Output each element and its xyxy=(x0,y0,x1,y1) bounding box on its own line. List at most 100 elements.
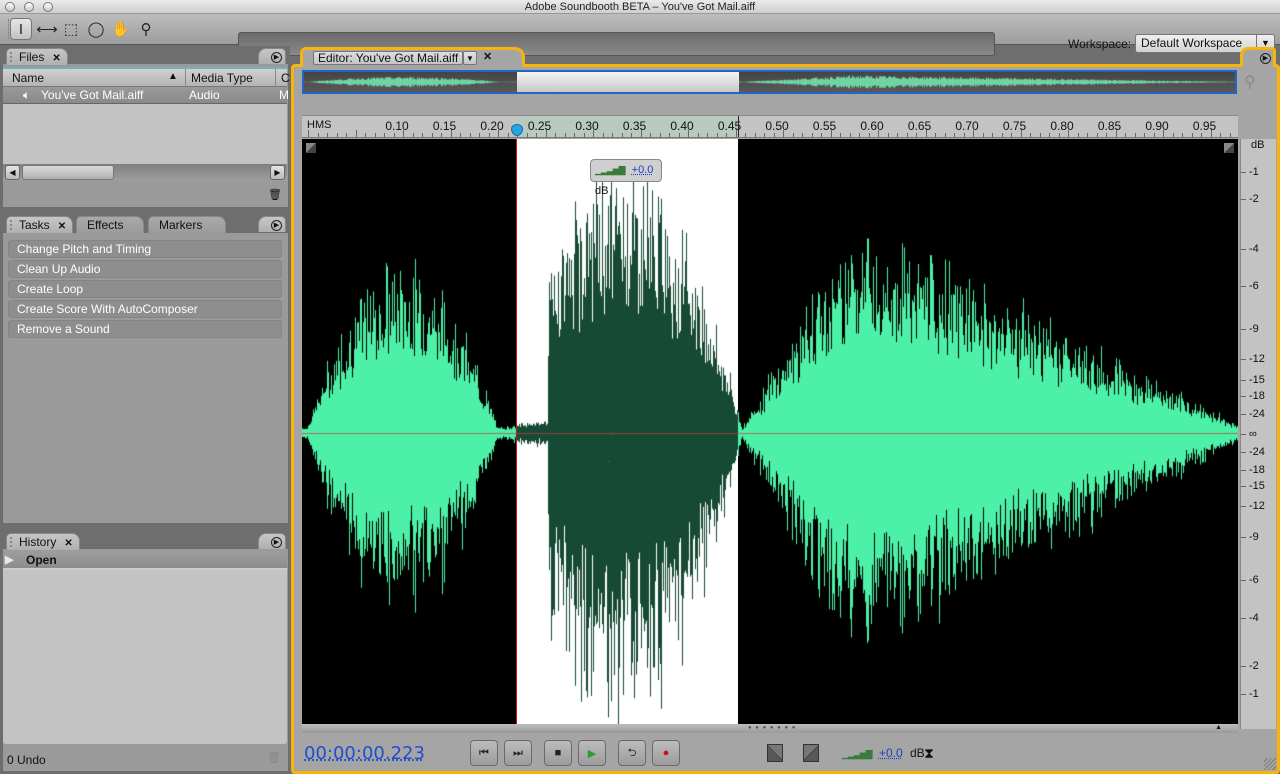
time-selection-tool-icon[interactable]: I xyxy=(10,18,32,40)
tab-editor[interactable]: Editor: You've Got Mail.aiff ▼ ✕ xyxy=(300,47,525,67)
close-icon[interactable]: ✕ xyxy=(64,538,72,549)
ruler-tick xyxy=(555,133,556,137)
go-to-previous-button[interactable]: ⏮︎ xyxy=(470,740,498,766)
db-scale-tick xyxy=(1241,506,1246,507)
db-scale-label: -4 xyxy=(1249,612,1259,624)
ruler-tick xyxy=(498,130,499,137)
normalize-button[interactable]: ⧗ xyxy=(918,742,940,764)
editor-horizontal-scrollbar[interactable]: ● ● ● ● ● ● ● ▲ xyxy=(302,724,1238,733)
db-scale-label: -9 xyxy=(1249,323,1259,335)
volume-hud[interactable]: ▁▂▃▅▇ +0.0 dB xyxy=(590,159,662,197)
current-time-display[interactable]: 00:00:00.223 xyxy=(304,743,425,764)
sort-ascending-icon[interactable]: ▲ xyxy=(168,71,178,82)
volume-control[interactable]: ▁▂▃▅▇ +0.0 dB xyxy=(842,746,925,760)
marquee-tool-icon[interactable]: ⬚ xyxy=(60,18,82,40)
close-window-button[interactable] xyxy=(5,2,15,12)
files-list-area xyxy=(3,104,287,164)
ruler-tick xyxy=(602,133,604,137)
tab-tasks[interactable]: Tasks ✕ xyxy=(6,216,74,233)
db-scale-label: -12 xyxy=(1249,500,1265,512)
tab-label: Effects xyxy=(87,218,124,232)
editor-panel-menu-button[interactable]: ▶ xyxy=(1240,47,1276,67)
ruler-tick xyxy=(536,133,537,137)
waveform-overview[interactable] xyxy=(302,70,1237,94)
table-row[interactable]: 🔈︎ You've Got Mail.aiff Audio M xyxy=(3,87,289,104)
ruler-tick xyxy=(773,133,775,137)
tab-markers[interactable]: Markers xyxy=(148,216,226,233)
history-item[interactable]: ▶ Open xyxy=(3,551,287,570)
chevron-up-icon[interactable]: ▲ xyxy=(1215,724,1222,731)
trash-icon[interactable]: 🗑︎ xyxy=(268,188,282,201)
ruler-tick xyxy=(707,133,708,137)
db-scale-label: -12 xyxy=(1249,353,1265,365)
tab-effects[interactable]: Effects xyxy=(76,216,144,233)
ruler-unit: HMS xyxy=(307,119,332,131)
zoom-tool-icon[interactable]: ⚲ xyxy=(135,18,157,40)
fade-in-button[interactable] xyxy=(767,744,783,762)
files-panel-menu-button[interactable]: ▶ xyxy=(258,48,286,64)
volume-bars-icon: ▁▂▃▅▇ xyxy=(595,165,626,175)
ruler-tick xyxy=(982,133,984,137)
ruler-tick xyxy=(944,133,946,137)
overview-visible-range[interactable] xyxy=(517,72,739,92)
task-change-pitch[interactable]: Change Pitch and Timing xyxy=(8,240,282,258)
column-name[interactable]: Name xyxy=(12,71,44,85)
column-media-type[interactable]: Media Type xyxy=(191,71,253,85)
skip-back-icon: ⏮︎ xyxy=(479,746,489,759)
task-create-score[interactable]: Create Score With AutoComposer xyxy=(8,300,282,318)
hand-tool-icon[interactable]: ✋ xyxy=(110,18,132,40)
resize-grip[interactable] xyxy=(1264,758,1276,770)
ruler-tick xyxy=(1096,133,1098,137)
ruler-tick xyxy=(640,130,642,137)
chevron-down-icon[interactable]: ▼ xyxy=(463,51,477,65)
ruler-tick xyxy=(1144,133,1145,137)
ruler-tick xyxy=(393,133,395,137)
column-extra[interactable]: C xyxy=(281,71,290,85)
waveform-display[interactable]: ▁▂▃▅▇ +0.0 dB xyxy=(302,139,1238,724)
ruler-tick xyxy=(1011,133,1012,137)
task-create-loop[interactable]: Create Loop xyxy=(8,280,282,298)
close-icon[interactable]: ✕ xyxy=(483,50,492,63)
trash-icon[interactable]: 🗑︎ xyxy=(267,751,281,764)
fade-in-handle[interactable] xyxy=(306,143,316,153)
close-icon[interactable]: ✕ xyxy=(52,53,60,64)
frequency-selection-tool-icon[interactable]: ⟷ xyxy=(36,18,58,40)
go-to-next-button[interactable]: ⏭︎ xyxy=(504,740,532,766)
minimize-window-button[interactable] xyxy=(24,2,34,12)
ruler-tick xyxy=(545,130,547,137)
zoom-to-fit-icon[interactable]: ⚲ xyxy=(1244,72,1256,92)
files-horizontal-scrollbar[interactable]: ◀ ▶ xyxy=(3,164,287,181)
ruler-tick xyxy=(469,133,471,137)
fade-out-handle[interactable] xyxy=(1224,143,1234,153)
scroll-left-icon[interactable]: ◀ xyxy=(5,165,20,180)
ruler-tick xyxy=(716,133,718,137)
play-button[interactable]: ▶ xyxy=(578,740,606,766)
tab-history[interactable]: History ✕ xyxy=(6,533,80,550)
lasso-tool-icon[interactable]: ◯ xyxy=(85,18,107,40)
tasks-panel-menu-button[interactable]: ▶ xyxy=(258,216,286,232)
scroll-thumb[interactable] xyxy=(22,165,114,180)
task-clean-up-audio[interactable]: Clean Up Audio xyxy=(8,260,282,278)
ruler-tick xyxy=(327,133,328,137)
speaker-icon: 🔈︎ xyxy=(23,88,31,102)
ruler-tick xyxy=(621,133,623,137)
close-icon[interactable]: ✕ xyxy=(58,221,66,232)
loop-button[interactable]: ⮌ xyxy=(618,740,646,766)
ruler-tick xyxy=(1220,133,1221,137)
fade-out-button[interactable] xyxy=(803,744,819,762)
db-scale-label: -18 xyxy=(1249,464,1265,476)
window-title: Adobe Soundbooth BETA – You've Got Mail.… xyxy=(524,1,756,13)
time-ruler[interactable]: HMS 0.10 0.15 0.20 0.25 0.30 0.35 0.40 0.45 0.50… xyxy=(302,115,1238,138)
ruler-tick xyxy=(906,133,908,137)
ruler-tick xyxy=(374,133,376,137)
task-remove-sound[interactable]: Remove a Sound xyxy=(8,320,282,338)
history-panel-menu-button[interactable]: ▶ xyxy=(258,533,286,549)
stop-button[interactable]: ■ xyxy=(544,740,572,766)
volume-hud-value[interactable]: +0.0 xyxy=(632,164,654,176)
ruler-tick xyxy=(526,133,528,137)
scroll-right-icon[interactable]: ▶ xyxy=(270,165,285,180)
tab-files[interactable]: Files ✕ xyxy=(6,48,68,65)
record-button[interactable]: ● xyxy=(652,740,680,766)
zoom-window-button[interactable] xyxy=(43,2,53,12)
volume-value[interactable]: +0.0 xyxy=(879,746,903,760)
